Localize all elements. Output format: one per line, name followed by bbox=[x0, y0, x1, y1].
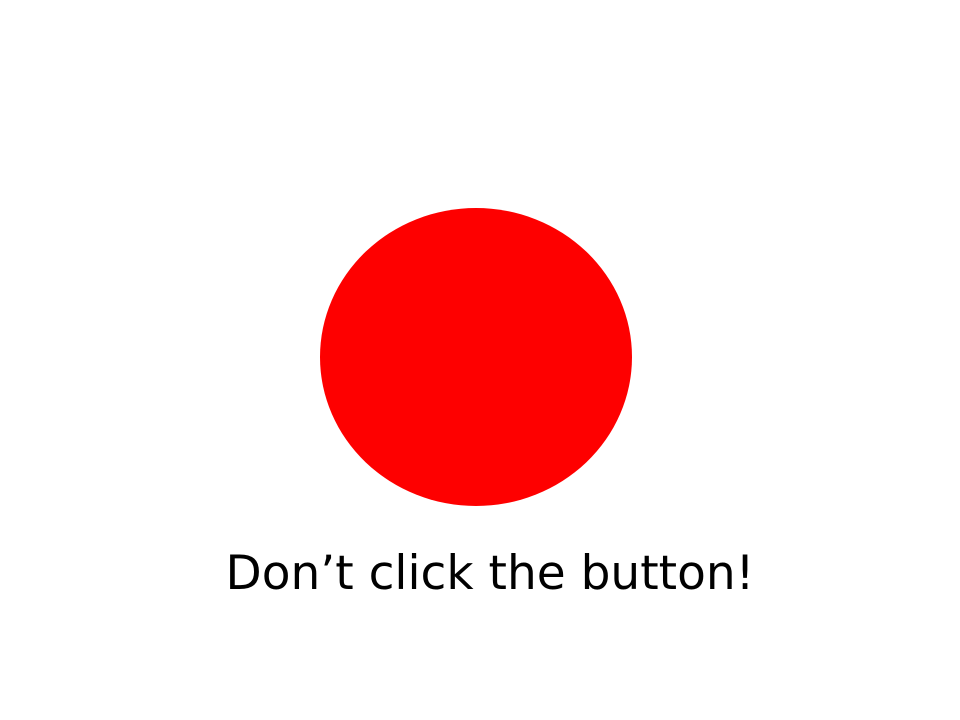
slide-caption: Don’t click the button! bbox=[225, 546, 755, 601]
slide-canvas: Don’t click the button! bbox=[0, 0, 960, 720]
red-circle-button[interactable] bbox=[320, 208, 632, 506]
